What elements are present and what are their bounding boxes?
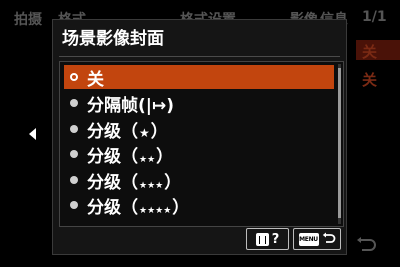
option-rating-2[interactable]: 分级（★★） xyxy=(64,142,334,167)
option-label: 分隔帧(|↦) xyxy=(87,95,174,116)
option-divider-frame[interactable]: 分隔帧(|↦) xyxy=(64,91,334,116)
options-list: 关 分隔帧(|↦) 分级（★） 分级（★★） 分级（★★★） 分级（★★★★） xyxy=(59,61,344,227)
background-value: 关 xyxy=(362,43,378,61)
page-indicator: 1/1 xyxy=(362,9,387,25)
title-divider xyxy=(59,56,340,57)
option-rating-1[interactable]: 分级（★） xyxy=(64,117,334,142)
left-arrow-icon[interactable] xyxy=(29,128,36,140)
option-rating-3[interactable]: 分级（★★★） xyxy=(64,168,334,193)
menu-back-button[interactable]: MENU xyxy=(293,228,341,250)
trash-icon xyxy=(255,232,269,246)
radio-icon xyxy=(70,150,78,158)
option-label: 分级（★） xyxy=(87,121,168,142)
radio-icon xyxy=(70,99,78,107)
option-label: 分级（★★） xyxy=(87,146,174,167)
option-label: 关 xyxy=(87,69,104,90)
star-icon: ★ xyxy=(139,125,150,140)
scene-cover-dialog: 场景影像封面 关 分隔帧(|↦) 分级（★） 分级（★★） 分级（★★★） 分级… xyxy=(52,19,347,255)
star-icon: ★★★ xyxy=(139,180,164,191)
background-title: 拍摄 xyxy=(14,12,42,28)
star-icon: ★★★★ xyxy=(139,205,172,216)
radio-selected-icon xyxy=(70,73,78,81)
dialog-title: 场景影像封面 xyxy=(62,29,164,49)
radio-icon xyxy=(70,176,78,184)
option-label: 分级（★★★） xyxy=(87,172,182,193)
menu-icon: MENU xyxy=(298,232,319,246)
option-label: 分级（★★★★） xyxy=(87,197,190,218)
delete-help-button[interactable]: ? xyxy=(246,228,289,250)
return-icon xyxy=(322,232,335,243)
option-rating-4[interactable]: 分级（★★★★） xyxy=(64,193,334,218)
star-icon: ★★ xyxy=(139,154,156,165)
radio-icon xyxy=(70,125,78,133)
help-icon: ? xyxy=(271,231,280,247)
radio-icon xyxy=(70,201,78,209)
background-value: 关 xyxy=(362,71,378,89)
back-icon xyxy=(357,237,376,251)
option-off[interactable]: 关 xyxy=(64,65,334,90)
scrollbar-thumb[interactable] xyxy=(338,68,341,218)
